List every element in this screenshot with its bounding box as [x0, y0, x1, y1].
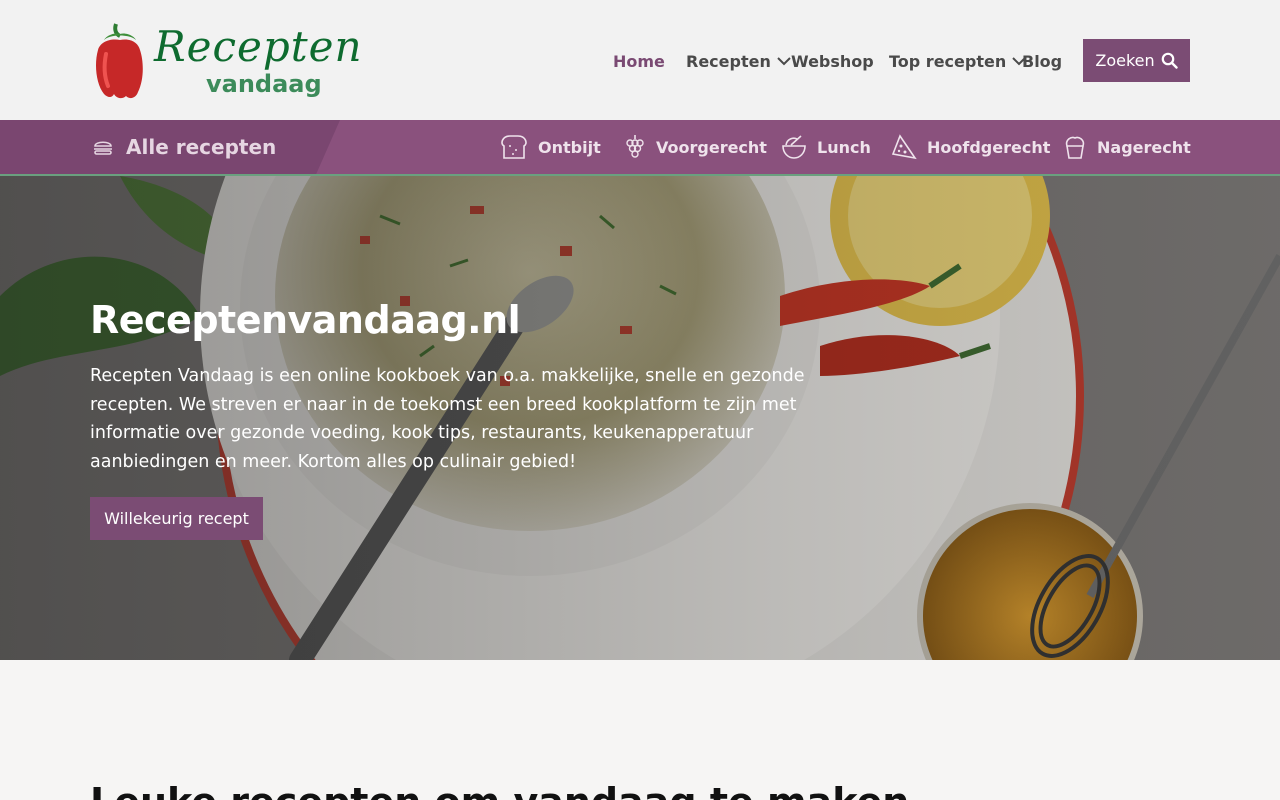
category-label: Hoofdgerecht	[927, 137, 1051, 157]
category-bar: Alle recepten Ontbijt Voorgerecht Lunch	[0, 120, 1280, 176]
category-label: Lunch	[817, 137, 871, 157]
all-recipes-link[interactable]: Alle recepten	[92, 120, 276, 174]
hero-section: Receptenvandaag.nl Recepten Vandaag is e…	[0, 176, 1280, 660]
nav-item-label: Webshop	[791, 51, 874, 71]
nav-item-label: Recepten	[686, 51, 771, 71]
logo-text-recepten: Recepten	[154, 22, 363, 71]
chevron-down-icon	[777, 57, 791, 66]
bread-icon	[501, 135, 527, 159]
category-nagerecht[interactable]: Nagerecht	[1063, 120, 1191, 174]
nav-item-label: Top recepten	[889, 51, 1007, 71]
pepper-logo-icon	[96, 23, 143, 99]
bowl-icon	[782, 135, 806, 159]
category-label: Ontbijt	[538, 137, 601, 157]
category-hoofdgerecht[interactable]: Hoofdgerecht	[891, 120, 1050, 174]
grapes-icon	[626, 135, 644, 158]
cupcake-icon	[1065, 136, 1085, 159]
site-header: Recepten vandaag Home Recepten Webshop T…	[0, 0, 1280, 120]
hero-title: Receptenvandaag.nl	[90, 298, 521, 342]
nav-item-home[interactable]: Home	[613, 52, 665, 71]
random-recipe-button-label: Willekeurig recept	[104, 509, 249, 528]
nav-item-label: Home	[613, 51, 665, 71]
search-button[interactable]: Zoeken	[1083, 39, 1190, 82]
category-ontbijt[interactable]: Ontbijt	[500, 120, 601, 174]
category-voorgerecht[interactable]: Voorgerecht	[624, 120, 767, 174]
nav-item-recepten[interactable]: Recepten	[686, 52, 791, 71]
site-logo[interactable]: Recepten vandaag	[90, 20, 362, 102]
category-label: Voorgerecht	[656, 137, 767, 157]
category-label: Nagerecht	[1097, 137, 1191, 157]
pizza-icon	[891, 134, 917, 160]
hero-description: Recepten Vandaag is een online kookboek …	[90, 366, 805, 472]
search-icon	[1161, 52, 1178, 69]
section-title: Leuke recepten om vandaag te maken	[90, 780, 909, 800]
nav-item-webshop[interactable]: Webshop	[791, 52, 874, 71]
random-recipe-button[interactable]: Willekeurig recept	[90, 497, 263, 540]
logo-text-vandaag: vandaag	[206, 70, 322, 98]
category-lunch[interactable]: Lunch	[781, 120, 871, 174]
nav-item-blog[interactable]: Blog	[1022, 52, 1062, 71]
burger-icon	[94, 141, 112, 155]
nav-item-top-recepten[interactable]: Top recepten	[889, 52, 1026, 71]
all-recipes-label: Alle recepten	[126, 135, 277, 159]
search-button-label: Zoeken	[1095, 51, 1155, 70]
nav-item-label: Blog	[1022, 51, 1063, 71]
